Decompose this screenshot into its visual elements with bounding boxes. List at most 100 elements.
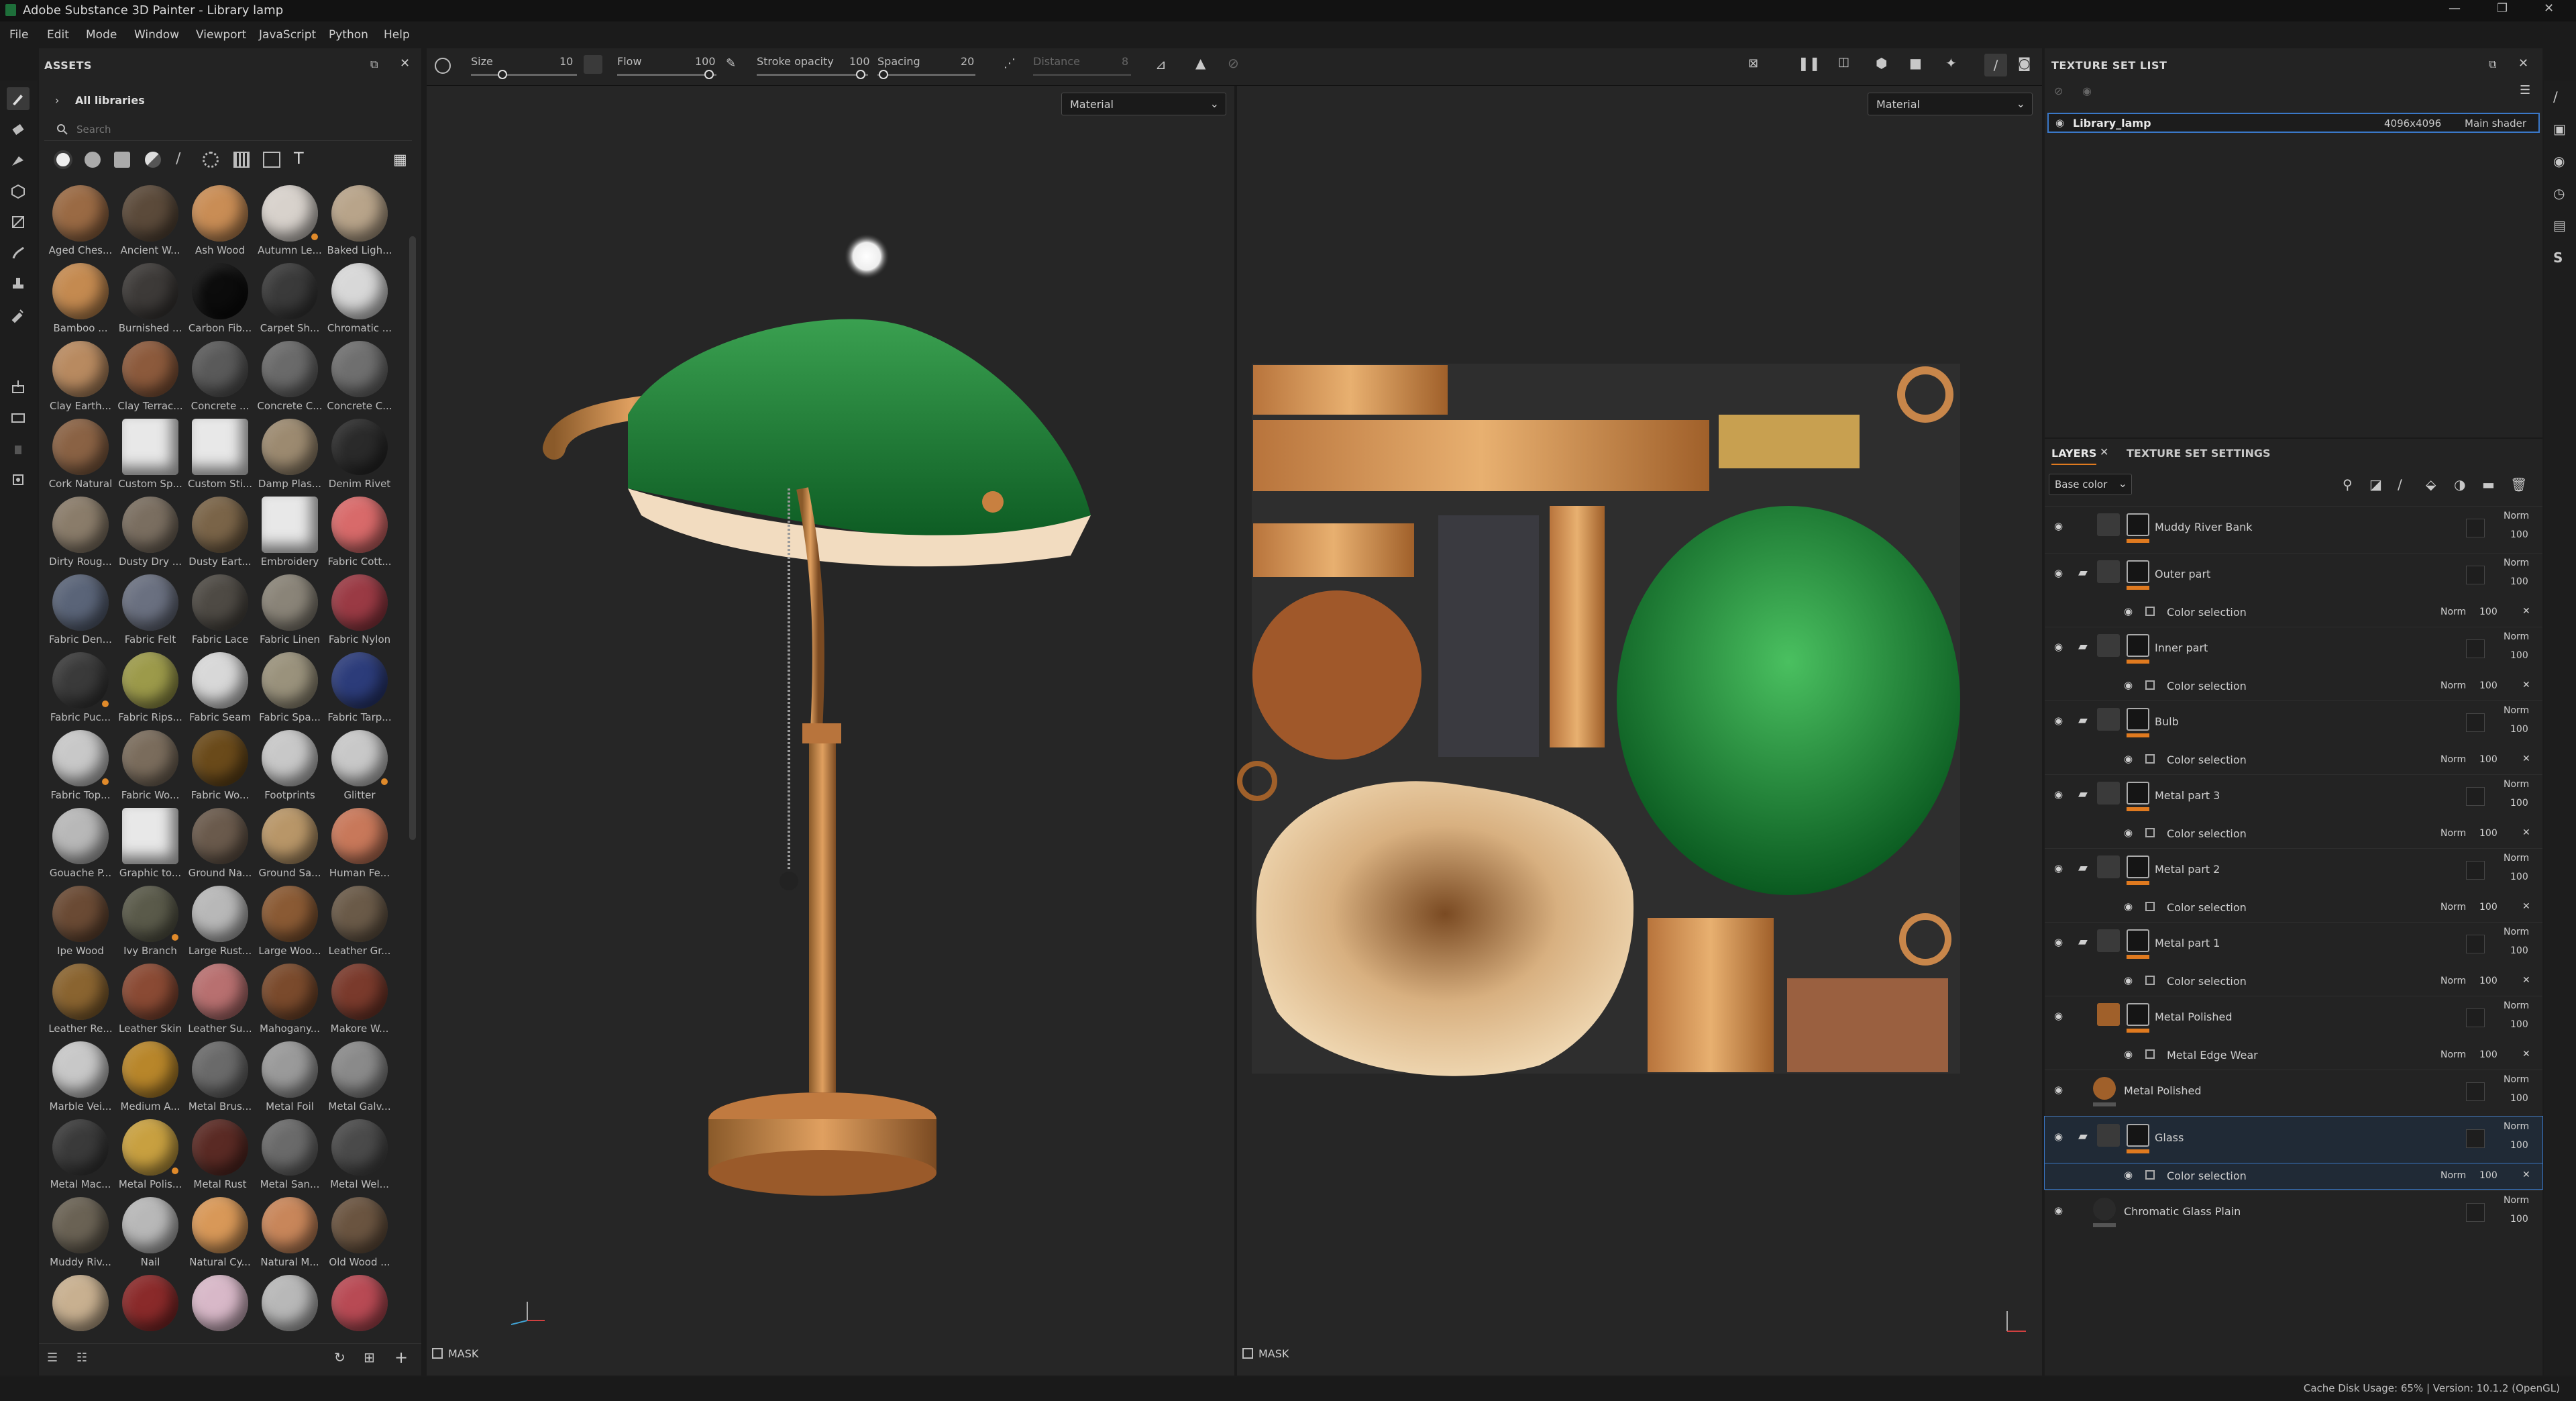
eye-icon[interactable]: ◉ bbox=[2054, 862, 2063, 874]
opacity-value[interactable]: 100 bbox=[2479, 976, 2498, 986]
layer-effect-row[interactable]: ◉ Color selection Norm 100 ✕ bbox=[2045, 747, 2542, 773]
remove-effect-icon[interactable]: ✕ bbox=[2522, 754, 2530, 764]
opacity-value[interactable]: 100 bbox=[2510, 576, 2528, 587]
panel-splitter[interactable] bbox=[2045, 437, 2542, 439]
layer-mask-slot[interactable] bbox=[2466, 787, 2485, 806]
blend-mode-dropdown[interactable]: Norm bbox=[2440, 1170, 2466, 1181]
eye-icon[interactable]: ◉ bbox=[2054, 520, 2063, 532]
asset-tile[interactable]: Autumn Le... bbox=[255, 185, 322, 263]
asset-tile[interactable]: Clay Earth... bbox=[46, 341, 113, 419]
asset-tile[interactable]: Graphic to... bbox=[115, 808, 182, 886]
add-fill-layer-icon[interactable]: ⬙ bbox=[2426, 476, 2436, 492]
eye-icon[interactable]: ◉ bbox=[2124, 827, 2133, 839]
asset-tile[interactable]: Metal Wel... bbox=[325, 1119, 392, 1197]
asset-tile[interactable]: Fabric Nylon bbox=[325, 574, 392, 652]
spacing-value[interactable]: 20 bbox=[961, 55, 974, 68]
asset-tile[interactable]: Leather Re... bbox=[46, 964, 113, 1041]
asset-tile[interactable]: Bamboo ... bbox=[46, 263, 113, 341]
add-paint-layer-icon[interactable]: ∕ bbox=[2398, 476, 2402, 492]
layer-effect-row[interactable]: ◉ Color selection Norm 100 ✕ bbox=[2045, 600, 2542, 625]
mask-thumbnail[interactable] bbox=[2127, 1003, 2149, 1026]
undock-icon[interactable]: ⧉ bbox=[370, 58, 378, 71]
paint-brush-icon[interactable] bbox=[7, 87, 30, 110]
substance-share-icon[interactable]: S bbox=[2553, 250, 2563, 266]
layer-effect-row[interactable]: ◉ Color selection Norm 100 ✕ bbox=[2045, 674, 2542, 699]
size-value[interactable]: 10 bbox=[559, 55, 573, 68]
mask-thumbnail[interactable] bbox=[2127, 929, 2149, 952]
asset-tile[interactable]: Damp Plas... bbox=[255, 419, 322, 497]
mirror-icon[interactable]: ▲ bbox=[1195, 55, 1205, 71]
layer-mask-slot[interactable] bbox=[2466, 1203, 2485, 1222]
opacity-value[interactable]: 100 bbox=[2510, 724, 2528, 735]
asset-tile[interactable]: Fabric Cott... bbox=[325, 497, 392, 574]
remove-effect-icon[interactable]: ✕ bbox=[2522, 1170, 2530, 1180]
menu-javascript[interactable]: JavaScript bbox=[259, 28, 316, 42]
layer-row[interactable]: ◉ ▰ Outer part Norm 100 bbox=[2045, 553, 2542, 600]
flow-slider-knob[interactable] bbox=[704, 70, 714, 79]
asset-tile[interactable]: Metal Polis... bbox=[115, 1119, 182, 1197]
hide-ui-icon[interactable]: ⊠ bbox=[1748, 56, 1758, 70]
search-input[interactable] bbox=[76, 121, 398, 138]
asset-tile[interactable]: Metal Mac... bbox=[46, 1119, 113, 1197]
paint-mode-icon[interactable]: ∕ bbox=[1984, 54, 2007, 76]
display-settings-icon[interactable]: ◉ bbox=[2553, 153, 2565, 169]
add-asset-icon[interactable]: + bbox=[394, 1348, 408, 1367]
asset-tile[interactable]: Ground Na... bbox=[185, 808, 252, 886]
stroke-opacity-slider-knob[interactable] bbox=[856, 70, 865, 79]
eraser-icon[interactable] bbox=[7, 118, 30, 141]
assets-scrollbar[interactable] bbox=[409, 236, 416, 840]
opacity-value[interactable]: 100 bbox=[2510, 1140, 2528, 1151]
clone-stamp-icon[interactable] bbox=[7, 272, 30, 295]
asset-tile[interactable]: Natural M... bbox=[255, 1197, 322, 1275]
filter-environments-icon[interactable] bbox=[263, 152, 280, 168]
filter-smart-materials-icon[interactable] bbox=[85, 152, 101, 168]
opacity-value[interactable]: 100 bbox=[2479, 754, 2498, 765]
folder-icon[interactable]: ▰ bbox=[2078, 935, 2088, 949]
layer-row[interactable]: ◉ ▰ Metal part 2 Norm 100 bbox=[2045, 848, 2542, 895]
asset-tile[interactable]: Glitter bbox=[325, 730, 392, 808]
stroke-opacity-value[interactable]: 100 bbox=[849, 55, 870, 68]
size-slider-track[interactable] bbox=[471, 74, 577, 76]
blend-mode-dropdown[interactable]: Norm bbox=[2440, 828, 2466, 839]
asset-tile[interactable]: Makore W... bbox=[325, 964, 392, 1041]
undock-icon[interactable]: ⧉ bbox=[2489, 58, 2496, 71]
blend-mode-dropdown[interactable]: Norm bbox=[2440, 607, 2466, 617]
layer-mask-slot[interactable] bbox=[2466, 519, 2485, 537]
polygon-fill-icon[interactable] bbox=[7, 211, 30, 234]
color-picker-icon[interactable] bbox=[7, 303, 30, 326]
add-smart-material-icon[interactable]: ◑ bbox=[2454, 476, 2465, 492]
assets-search[interactable] bbox=[44, 118, 412, 141]
menu-edit[interactable]: Edit bbox=[47, 28, 69, 42]
layer-row[interactable]: ◉ ▰ Glass Norm 100 bbox=[2044, 1116, 2543, 1164]
asset-tile[interactable]: Fabric Felt bbox=[115, 574, 182, 652]
asset-tile[interactable]: Large Rust... bbox=[185, 886, 252, 964]
remove-effect-icon[interactable]: ✕ bbox=[2522, 1049, 2530, 1059]
add-folder-icon[interactable]: ▬ bbox=[2482, 476, 2495, 492]
filter-particles-icon[interactable] bbox=[203, 152, 219, 168]
viewport-2d-mask-toggle[interactable]: MASK bbox=[1242, 1347, 1289, 1360]
blend-mode-dropdown[interactable]: Norm bbox=[2504, 511, 2529, 521]
new-library-icon[interactable]: ⊞ bbox=[364, 1349, 375, 1365]
menu-file[interactable]: File bbox=[9, 28, 28, 42]
layer-mask-slot[interactable] bbox=[2466, 861, 2485, 880]
filter-materials-icon[interactable] bbox=[54, 150, 72, 169]
layer-mask-slot[interactable] bbox=[2466, 639, 2485, 658]
asset-tile[interactable]: Ivy Branch bbox=[115, 886, 182, 964]
lazy-mouse-icon[interactable]: ⋰ bbox=[1004, 56, 1016, 70]
asset-tile[interactable]: Baked Ligh... bbox=[325, 185, 392, 263]
eye-icon[interactable]: ◉ bbox=[2054, 1084, 2063, 1096]
eye-icon[interactable]: ◉ bbox=[2124, 1048, 2133, 1060]
asset-tile[interactable]: Chromatic ... bbox=[325, 263, 392, 341]
blend-mode-dropdown[interactable]: Norm bbox=[2440, 680, 2466, 691]
asset-tile[interactable]: Fabric Spa... bbox=[255, 652, 322, 730]
spacing-slider-track[interactable] bbox=[877, 74, 975, 76]
blend-mode-dropdown[interactable]: Norm bbox=[2504, 631, 2529, 642]
bake-icon[interactable] bbox=[7, 376, 30, 399]
asset-tile[interactable]: Natural Cy... bbox=[185, 1197, 252, 1275]
eye-icon[interactable]: ◉ bbox=[2124, 679, 2133, 691]
export-icon[interactable] bbox=[7, 468, 30, 491]
pen-pressure-icon[interactable] bbox=[584, 55, 602, 74]
folder-icon[interactable]: ▰ bbox=[2078, 861, 2088, 875]
asset-tile[interactable]: Ground Sa... bbox=[255, 808, 322, 886]
layer-row[interactable]: ◉ ▰ Metal part 1 Norm 100 bbox=[2045, 922, 2542, 969]
